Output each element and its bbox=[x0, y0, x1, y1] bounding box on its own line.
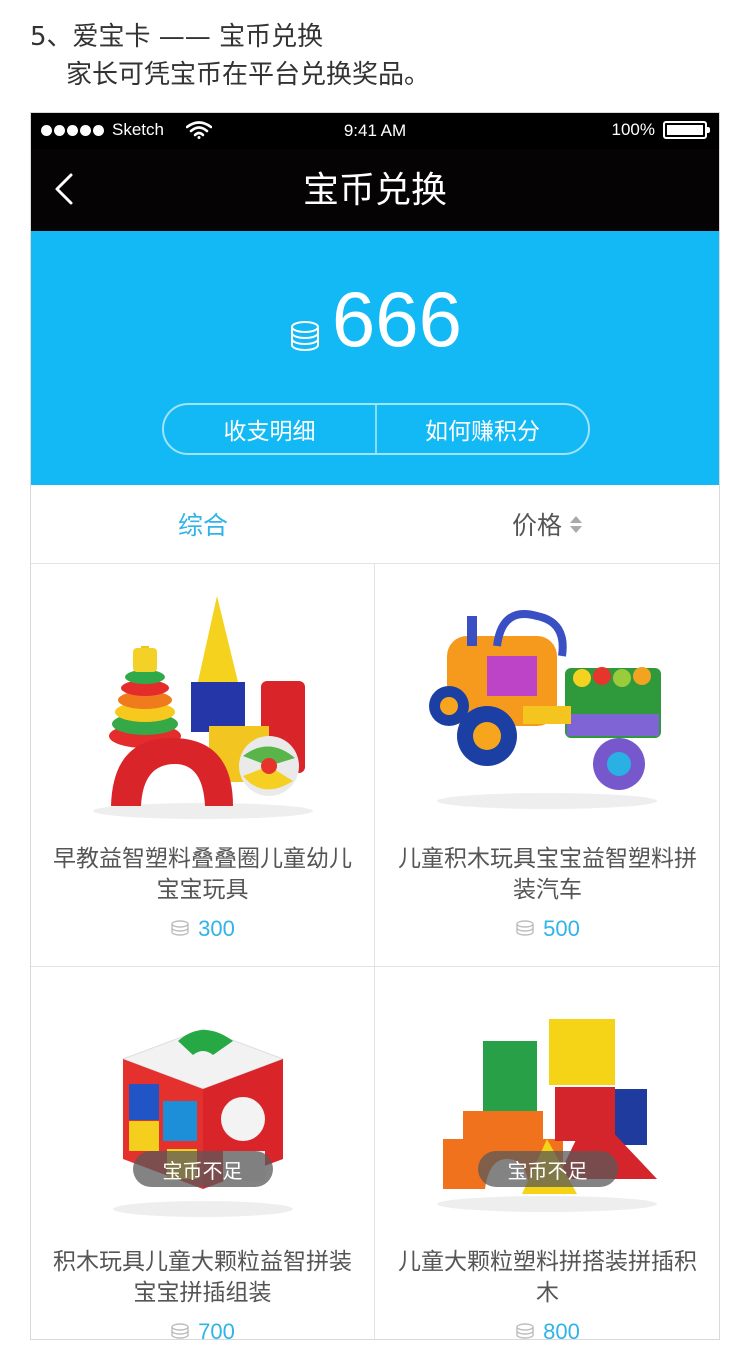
page-title: 宝币兑换 bbox=[302, 170, 447, 211]
product-price: 500 bbox=[375, 916, 719, 942]
coin-stack-icon bbox=[290, 321, 319, 351]
coin-stack-icon bbox=[171, 1323, 189, 1339]
product-image bbox=[427, 989, 667, 1229]
product-card[interactable]: 宝币不足 积木玩具儿童大颗粒益智拼装宝宝拼插组装 700 bbox=[31, 967, 375, 1340]
sort-bar: 综合 价格 bbox=[31, 485, 719, 564]
product-price: 300 bbox=[31, 916, 374, 942]
battery-percent: 100% bbox=[611, 120, 655, 139]
sort-arrows-icon bbox=[570, 515, 582, 533]
insufficient-coins-badge: 宝币不足 bbox=[477, 1151, 618, 1187]
coin-stack-icon bbox=[171, 920, 189, 936]
product-name: 儿童积木玩具宝宝益智塑料拼装汽车 bbox=[398, 846, 697, 903]
status-bar: Sketch 9:41 AM 100% bbox=[31, 113, 719, 149]
product-name: 积木玩具儿童大颗粒益智拼装宝宝拼插组装 bbox=[53, 1249, 352, 1306]
balance-display: 666 bbox=[31, 275, 719, 363]
battery-group: 100% bbox=[611, 120, 710, 140]
battery-icon bbox=[663, 121, 710, 139]
coin-stack-icon bbox=[516, 1323, 534, 1339]
product-price-value: 500 bbox=[543, 916, 580, 941]
intro-description: 家长可凭宝币在平台兑换奖品。 bbox=[66, 60, 431, 90]
transaction-detail-button[interactable]: 收支明细 bbox=[164, 405, 375, 453]
product-card[interactable]: 早教益智塑料叠叠圈儿童幼儿宝宝玩具 300 bbox=[31, 564, 375, 967]
balance-value: 666 bbox=[331, 275, 463, 363]
insufficient-coins-badge: 宝币不足 bbox=[132, 1151, 273, 1187]
product-name: 儿童大颗粒塑料拼搭装拼插积木 bbox=[398, 1249, 697, 1306]
balance-panel: 666 收支明细 如何赚积分 bbox=[31, 231, 719, 485]
product-card[interactable]: 宝币不足 儿童大颗粒塑料拼搭装拼插积木 800 bbox=[375, 967, 719, 1340]
product-price-value: 800 bbox=[543, 1319, 580, 1340]
stacking-toys-icon bbox=[93, 596, 313, 819]
intro: 5、爱宝卡 —— 宝币兑换 家长可凭宝币在平台兑换奖品。 bbox=[30, 18, 730, 94]
product-card[interactable]: 儿童积木玩具宝宝益智塑料拼装汽车 500 bbox=[375, 564, 719, 967]
product-price: 800 bbox=[375, 1319, 719, 1340]
coin-stack-icon bbox=[516, 920, 534, 936]
balance-actions: 收支明细 如何赚积分 bbox=[162, 403, 590, 455]
toy-tractor-icon bbox=[429, 610, 661, 809]
product-price: 700 bbox=[31, 1319, 374, 1340]
product-grid: 早教益智塑料叠叠圈儿童幼儿宝宝玩具 300 儿童积木玩具宝宝益智塑料拼装汽车 5… bbox=[31, 564, 719, 1340]
sort-comprehensive-label: 综合 bbox=[177, 511, 228, 540]
puzzle-cube-icon bbox=[113, 1028, 293, 1217]
sort-price[interactable]: 价格 bbox=[375, 485, 719, 563]
sort-price-label: 价格 bbox=[511, 511, 562, 540]
product-price-value: 300 bbox=[198, 916, 235, 941]
product-price-value: 700 bbox=[198, 1319, 235, 1340]
nav-bar: 宝币兑换 bbox=[31, 149, 719, 231]
product-image bbox=[83, 586, 323, 826]
product-image bbox=[83, 989, 323, 1229]
building-blocks-icon bbox=[437, 1019, 657, 1212]
phone-screen: Sketch 9:41 AM 100% 宝币兑换 666 收支明细 如何赚积分 … bbox=[30, 112, 720, 1340]
product-image bbox=[427, 586, 667, 826]
earn-points-button[interactable]: 如何赚积分 bbox=[377, 405, 588, 453]
product-name: 早教益智塑料叠叠圈儿童幼儿宝宝玩具 bbox=[53, 846, 352, 903]
sort-comprehensive[interactable]: 综合 bbox=[31, 485, 375, 563]
intro-heading: 5、爱宝卡 —— 宝币兑换 bbox=[30, 22, 324, 52]
